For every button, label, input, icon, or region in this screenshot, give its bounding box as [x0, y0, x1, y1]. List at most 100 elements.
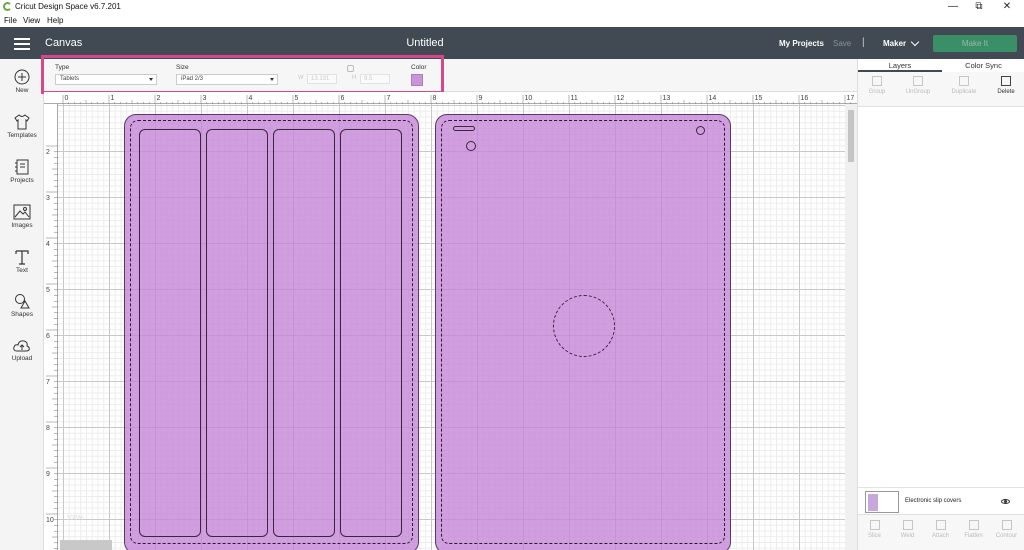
ruler-top-label: 14 [709, 95, 717, 102]
contour-icon [1001, 520, 1012, 530]
layer-bottom-actions: Slice Weld Attach Flatten Contour [858, 514, 1024, 550]
machine-selector[interactable]: Maker [883, 39, 906, 48]
vertical-scrollbar[interactable] [845, 104, 857, 550]
flatten-button[interactable]: Flatten [957, 520, 990, 539]
ruler-left-label: 9 [46, 471, 50, 478]
attach-label: Attach [931, 533, 949, 539]
layer-actions: Group UnGroup Duplicate Delete [858, 72, 1024, 107]
window-titlebar: Cricut Design Space v6.7.201 — ⧉ ✕ [0, 0, 1024, 14]
tab-color-sync[interactable]: Color Sync [942, 59, 1024, 72]
ruler-left-label: 3 [46, 195, 50, 202]
group-button[interactable]: Group [859, 76, 895, 95]
ruler-top-label: 11 [571, 95, 578, 102]
menu-help[interactable]: Help [47, 16, 63, 25]
ruler-left-label: 7 [46, 379, 50, 386]
slice-button[interactable]: Slice [858, 520, 891, 539]
restore-icon[interactable]: ⧉ [969, 1, 989, 12]
tool-shapes[interactable]: Shapes [0, 293, 44, 318]
cover-strip [206, 129, 268, 537]
ruler-top-label: 17 [847, 95, 855, 102]
minimize-icon[interactable]: — [943, 1, 963, 12]
ruler-left-label: 2 [46, 149, 50, 156]
menu-view[interactable]: View [23, 16, 40, 25]
group-label: Group [868, 89, 886, 95]
my-projects-button[interactable]: My Projects [779, 39, 824, 48]
ruler-top-label: 8 [433, 95, 437, 102]
trash-icon [1001, 76, 1011, 86]
highlight-box [41, 55, 444, 94]
scroll-thumb[interactable] [848, 110, 854, 162]
make-it-button[interactable]: Make It [933, 35, 1017, 52]
ruler-left: 2 3 4 5 6 7 8 9 10 [44, 104, 58, 550]
tool-new[interactable]: New [0, 69, 44, 94]
tool-upload[interactable]: Upload [0, 339, 44, 362]
ruler-top-label: 16 [801, 95, 809, 102]
flatten-label: Flatten [964, 533, 983, 539]
camera-cutout [466, 141, 476, 151]
group-icon [872, 76, 882, 86]
ruler-top-label: 0 [65, 95, 69, 102]
tool-projects[interactable]: Projects [0, 159, 44, 184]
contour-label: Contour [995, 533, 1018, 539]
tab-layers[interactable]: Layers [858, 59, 942, 72]
weld-icon [902, 520, 913, 530]
image-icon [13, 204, 31, 220]
layer-thumbnail [865, 491, 899, 513]
attach-icon [935, 520, 946, 530]
tool-upload-label: Upload [11, 355, 33, 362]
slice-label: Slice [867, 533, 881, 539]
flatten-icon [968, 520, 979, 530]
ruler-top-label: 6 [341, 95, 345, 102]
ruler-top-label: 10 [525, 95, 533, 102]
save-button[interactable]: Save [833, 39, 851, 48]
delete-label: Delete [997, 89, 1015, 95]
delete-button[interactable]: Delete [988, 76, 1024, 95]
eye-icon[interactable] [1001, 499, 1010, 504]
ruler-top-label: 13 [663, 95, 671, 102]
ruler-left-label: 8 [46, 425, 50, 432]
tool-images[interactable]: Images [0, 204, 44, 229]
layer-item[interactable]: Electronic slip covers [858, 487, 1024, 514]
tool-text[interactable]: Text [0, 249, 44, 274]
cover-back-shape[interactable] [435, 114, 731, 550]
horizontal-scroll-thumb[interactable] [60, 540, 112, 550]
sensor-cutout [696, 126, 705, 135]
cricut-logo-icon [3, 2, 12, 11]
weld-button[interactable]: Weld [891, 520, 924, 539]
ruler-left-label: 4 [46, 241, 50, 248]
ruler-top-label: 12 [617, 95, 625, 102]
header-separator: | [862, 37, 865, 48]
duplicate-button[interactable]: Duplicate [946, 76, 982, 95]
ruler-left-label: 5 [46, 287, 50, 294]
layers-panel: Layers Color Sync Group UnGroup Duplicat… [857, 59, 1024, 550]
cover-strip [340, 129, 402, 537]
tool-shapes-label: Shapes [10, 311, 34, 318]
ruler-top-label: 7 [387, 95, 391, 102]
ruler-top-label: 15 [755, 95, 763, 102]
tool-new-label: New [15, 87, 29, 94]
upload-icon [13, 340, 30, 352]
contour-button[interactable]: Contour [990, 520, 1023, 539]
ruler-top-label: 5 [295, 95, 299, 102]
ruler-top-label: 3 [203, 95, 207, 102]
shapes-icon [15, 294, 30, 309]
button-cutout [453, 126, 475, 131]
window-title: Cricut Design Space v6.7.201 [15, 2, 121, 11]
zoom-level[interactable]: 100% [66, 515, 84, 522]
design-canvas[interactable]: 100% [58, 104, 845, 550]
duplicate-label: Duplicate [951, 89, 977, 95]
tool-templates[interactable]: Templates [0, 114, 44, 139]
text-icon [15, 250, 29, 265]
cover-front-shape[interactable] [124, 114, 419, 550]
chevron-down-icon[interactable] [910, 37, 920, 47]
projects-icon [15, 159, 29, 175]
app-window: Cricut Design Space v6.7.201 — ⧉ ✕ File … [0, 0, 1024, 550]
ruler-top-label: 9 [479, 95, 483, 102]
close-icon[interactable]: ✕ [997, 1, 1017, 12]
cover-strip [139, 129, 201, 537]
ungroup-button[interactable]: UnGroup [900, 76, 936, 95]
home-button-cutout [553, 295, 615, 357]
attach-button[interactable]: Attach [924, 520, 957, 539]
layer-name: Electronic slip covers [905, 498, 962, 504]
menu-file[interactable]: File [4, 16, 17, 25]
